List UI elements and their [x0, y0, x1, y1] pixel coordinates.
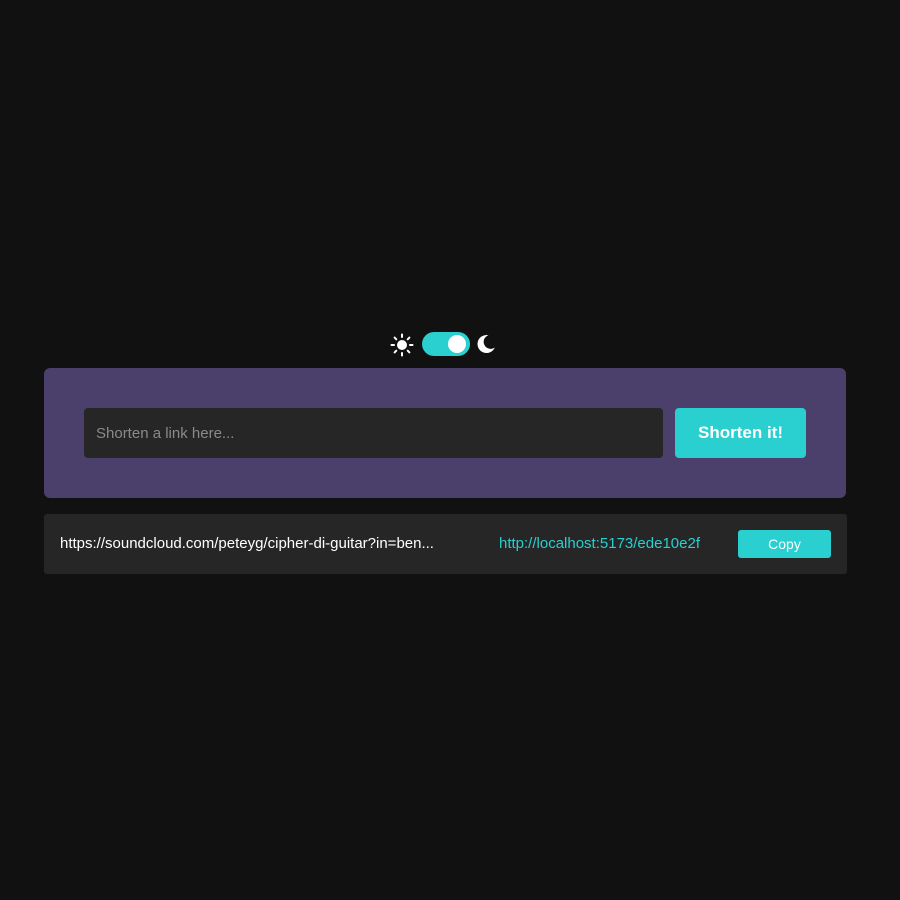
result-row: https://soundcloud.com/peteyg/cipher-di-… [44, 514, 847, 574]
shorten-panel: Shorten it! [44, 368, 846, 498]
theme-toggle [390, 331, 510, 357]
short-url-link[interactable]: http://localhost:5173/ede10e2f [499, 534, 729, 554]
sun-icon [390, 333, 414, 357]
copy-button[interactable]: Copy [738, 530, 831, 558]
switch-knob [448, 335, 466, 353]
original-url: https://soundcloud.com/peteyg/cipher-di-… [60, 535, 434, 552]
theme-switch[interactable] [422, 332, 470, 356]
link-input[interactable] [84, 408, 663, 458]
shorten-button[interactable]: Shorten it! [675, 408, 806, 458]
moon-icon [477, 334, 495, 353]
